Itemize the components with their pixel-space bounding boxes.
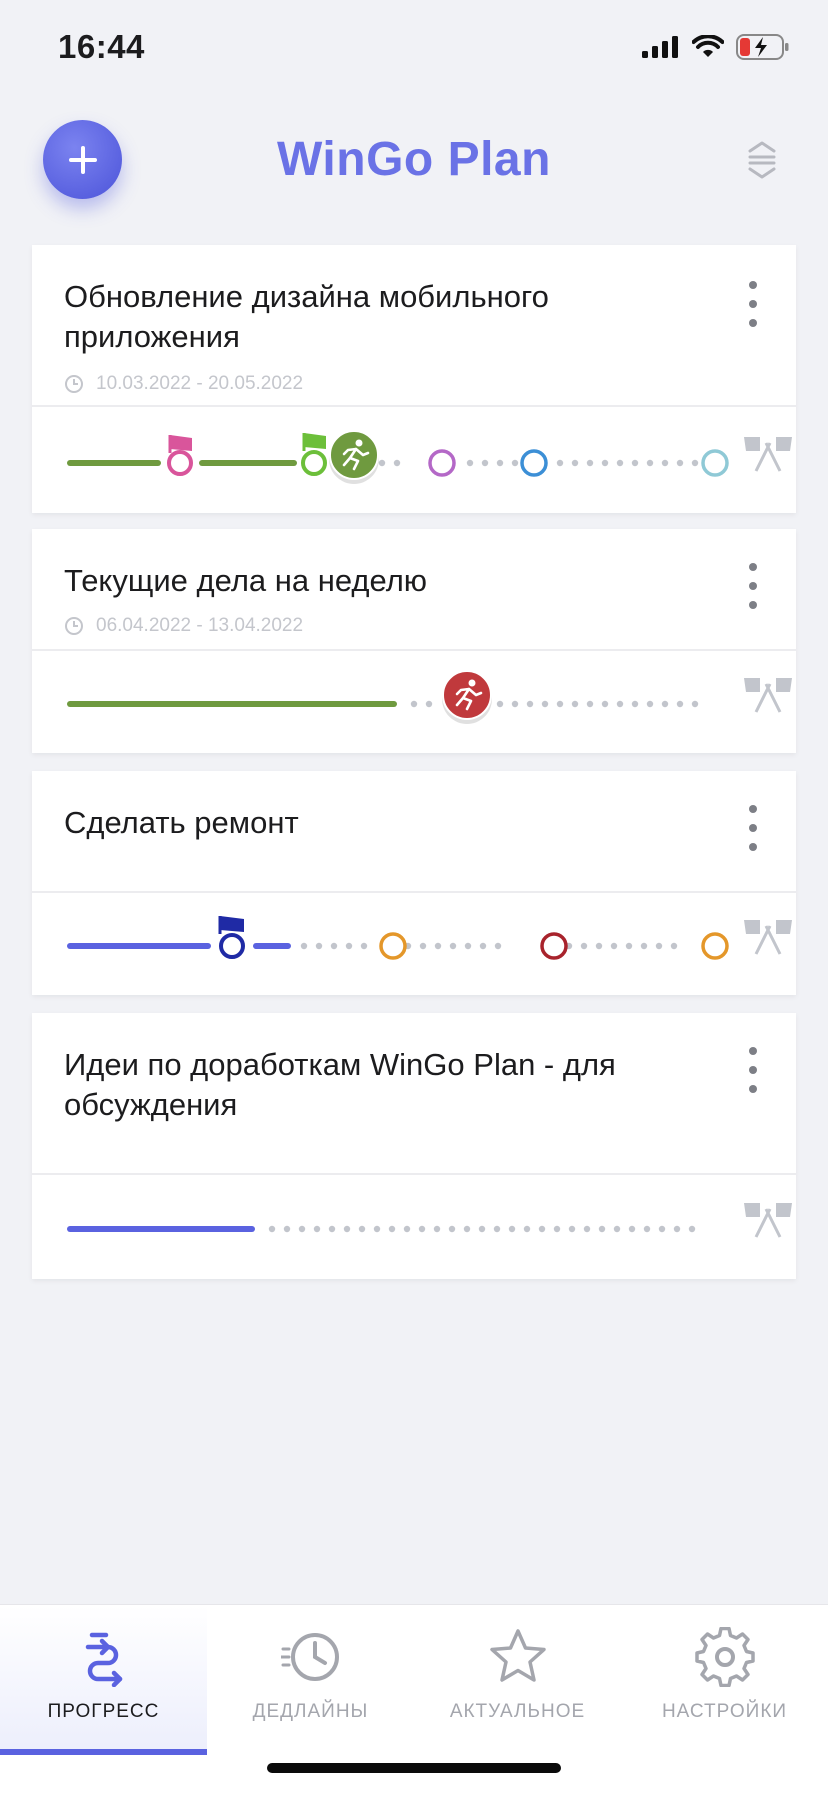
- gear-icon: [694, 1627, 755, 1687]
- finish-flags-icon: [744, 920, 792, 955]
- status-icons: [642, 34, 790, 60]
- tab-deadlines[interactable]: ДЕДЛАЙНЫ: [207, 1605, 414, 1755]
- tab-label: АКТУАЛЬНОЕ: [449, 1701, 586, 1722]
- app-title: WinGo Plan: [277, 133, 551, 186]
- status-bar: 16:44: [0, 0, 828, 100]
- plan-card[interactable]: Обновление дизайна мобильного приложения…: [32, 245, 796, 513]
- milestone-circle[interactable]: [428, 449, 456, 477]
- finish-flags-icon: [744, 1203, 792, 1238]
- milestone-circle[interactable]: [520, 449, 548, 477]
- plan-title: Сделать ремонт: [64, 805, 299, 840]
- clock-icon: [65, 375, 83, 393]
- tab-actual[interactable]: АКТУАЛЬНОЕ: [414, 1605, 621, 1755]
- plan-title: Обновление дизайна мобильного приложения: [64, 279, 549, 354]
- finish-flags-icon: [744, 437, 792, 472]
- plan-dates: 10.03.2022 - 20.05.2022: [64, 373, 303, 395]
- clock-icon: [65, 617, 83, 635]
- milestone-circle[interactable]: [701, 932, 729, 960]
- sort-icon[interactable]: [746, 140, 778, 180]
- plan-title: Текущие дела на неделю: [64, 563, 428, 598]
- runner-icon[interactable]: [329, 430, 379, 484]
- tab-label: ДЕДЛАЙНЫ: [252, 1701, 369, 1722]
- progress-track: [67, 1203, 792, 1238]
- tab-bar: ПРОГРЕСС ДЕДЛАЙНЫ АКТУАЛЬНОЕ НАСТРОЙКИ: [0, 1604, 828, 1793]
- more-options-icon[interactable]: [746, 279, 760, 329]
- milestone-flag-icon[interactable]: [301, 433, 327, 476]
- card-divider: [32, 649, 796, 651]
- more-options-icon[interactable]: [746, 561, 760, 611]
- progress-track: [67, 670, 792, 724]
- clock-icon: [280, 1633, 339, 1681]
- card-divider: [32, 1173, 796, 1175]
- more-options-icon[interactable]: [746, 1045, 760, 1095]
- plan-card[interactable]: Идеи по доработкам WinGo Plan - для обсу…: [32, 1013, 796, 1279]
- card-divider: [32, 405, 796, 407]
- tab-label: ПРОГРЕСС: [47, 1701, 160, 1722]
- card-divider: [32, 891, 796, 893]
- plan-card[interactable]: Сделать ремонт: [32, 771, 796, 995]
- progress-arrows-icon: [85, 1632, 122, 1687]
- plan-card[interactable]: Текущие дела на неделю 06.04.2022 - 13.0…: [32, 529, 796, 753]
- status-time: 16:44: [58, 28, 145, 65]
- milestone-circle[interactable]: [540, 932, 568, 960]
- milestone-flag-icon[interactable]: [167, 435, 193, 476]
- active-tab-indicator: [0, 1749, 207, 1755]
- tab-settings[interactable]: НАСТРОЙКИ: [621, 1605, 828, 1755]
- runner-icon[interactable]: [442, 670, 492, 724]
- tab-progress[interactable]: ПРОГРЕСС: [0, 1605, 207, 1755]
- plan-title: Идеи по доработкам WinGo Plan - для обсу…: [64, 1047, 616, 1122]
- milestone-flag-icon[interactable]: [218, 916, 245, 959]
- plan-dates-text: 06.04.2022 - 13.04.2022: [96, 615, 304, 636]
- finish-flags-icon: [744, 678, 792, 713]
- app-header: WinGo Plan: [0, 100, 828, 235]
- star-icon: [489, 1629, 546, 1682]
- tab-label: НАСТРОЙКИ: [661, 1701, 788, 1722]
- progress-track: [67, 916, 792, 960]
- plan-dates-text: 10.03.2022 - 20.05.2022: [96, 373, 304, 394]
- milestone-circle[interactable]: [701, 449, 729, 477]
- wifi-icon: [692, 35, 724, 57]
- plan-dates: 06.04.2022 - 13.04.2022: [64, 615, 303, 637]
- progress-track: [67, 430, 792, 484]
- home-indicator: [267, 1763, 561, 1773]
- battery-icon: [736, 34, 789, 60]
- signal-icon: [642, 36, 678, 58]
- more-options-icon[interactable]: [746, 803, 760, 853]
- milestone-circle[interactable]: [379, 932, 407, 960]
